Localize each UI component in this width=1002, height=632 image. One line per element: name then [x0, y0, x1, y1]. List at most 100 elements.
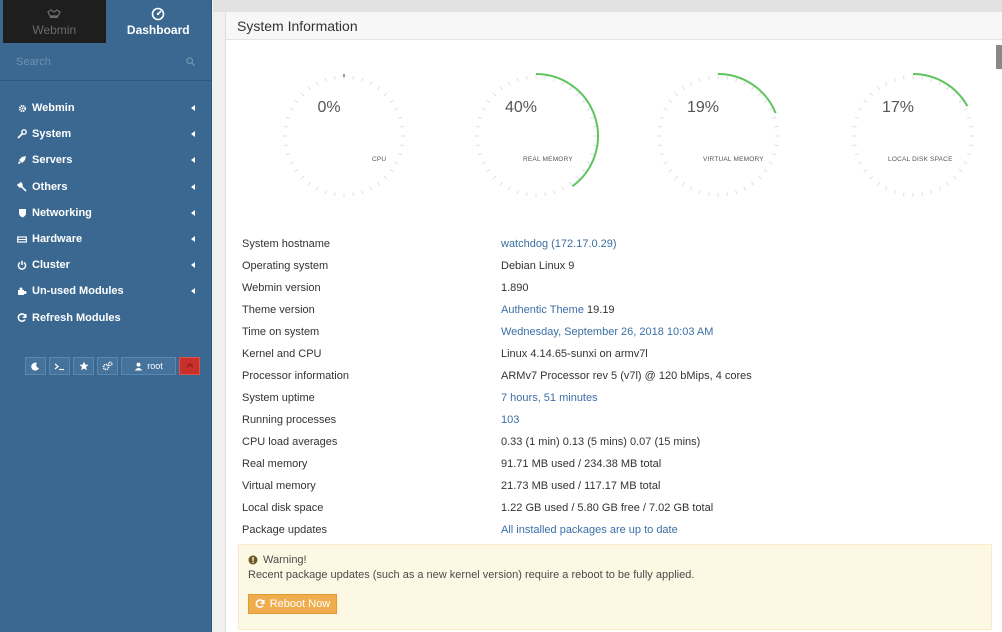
gauge-tick: [561, 81, 565, 86]
user-button[interactable]: root: [121, 357, 176, 375]
system-information-panel: System Information 0% CPU 40% REAL MEMORY …: [225, 12, 1002, 632]
gauge-dial: [852, 73, 974, 197]
sidebar-item-servers[interactable]: Servers: [0, 147, 211, 173]
search-icon[interactable]: [186, 57, 195, 66]
gauge-tick: [398, 153, 403, 156]
info-value-link[interactable]: Authentic Theme: [501, 304, 584, 316]
gauge-tick: [400, 126, 405, 128]
gauge-tick: [735, 77, 738, 82]
gauge-tick: [361, 190, 364, 195]
info-key: Running processes: [242, 414, 337, 426]
info-value[interactable]: Authentic Theme 19.19: [501, 304, 615, 316]
info-value: 91.71 MB used / 234.38 MB total: [501, 458, 661, 470]
user-icon: [135, 362, 143, 370]
info-value: Debian Linux 9: [501, 260, 574, 272]
sidebar-item-hardware[interactable]: Hardware: [0, 226, 211, 252]
info-value: Linux 4.14.65-sunxi on armv7l: [501, 348, 648, 360]
sidebar-item-webmin[interactable]: Webmin: [0, 95, 211, 121]
sidebar-item-label: Servers: [32, 154, 73, 167]
gauge-tick: [481, 161, 486, 165]
table-row: Kernel and CPU Linux 4.14.65-sunxi on arm…: [242, 343, 982, 365]
settings-button[interactable]: [97, 357, 118, 375]
info-value-link[interactable]: 7 hours, 51 minutes: [501, 392, 598, 404]
gauge-tick: [758, 92, 762, 96]
user-label: root: [147, 361, 163, 371]
gauge-tick: [689, 81, 693, 86]
gauge-tick: [751, 86, 755, 91]
gauge-tick: [726, 192, 728, 197]
night-mode-button[interactable]: [25, 357, 46, 375]
gauge-tick: [930, 190, 933, 195]
favorites-button[interactable]: [73, 357, 94, 375]
gauge-tick: [938, 186, 942, 191]
gauge-tick: [300, 176, 304, 180]
caret-left-icon: [191, 183, 195, 190]
gauge-tick: [581, 169, 586, 173]
sidebar-item-system[interactable]: System: [0, 121, 211, 147]
gauge-tick: [389, 99, 394, 103]
info-value[interactable]: All installed packages are up to date: [501, 524, 678, 536]
gauge-tick: [681, 86, 685, 91]
sidebar-item-networking[interactable]: Networking: [0, 200, 211, 226]
info-value-text: Linux 4.14.65-sunxi on armv7l: [501, 348, 648, 360]
gauge-tick: [576, 176, 580, 180]
gauge-tick: [569, 181, 573, 186]
table-row: Local disk space 1.22 GB used / 5.80 GB f…: [242, 497, 982, 519]
gauge-tick: [398, 116, 403, 119]
sidebar-item-others[interactable]: Others: [0, 174, 211, 200]
tab-dashboard-label: Dashboard: [126, 22, 190, 37]
gauge-tick: [586, 107, 591, 111]
gauge-tick: [763, 169, 768, 173]
terminal-button[interactable]: [49, 357, 70, 375]
info-value-link[interactable]: Wednesday, September 26, 2018 10:03 AM: [501, 326, 713, 338]
info-value-text: 21.73 MB used / 117.17 MB total: [501, 480, 661, 492]
gauge-tick: [324, 77, 327, 82]
info-value-text: 1.890: [501, 282, 529, 294]
reboot-now-button[interactable]: Reboot Now: [248, 594, 337, 614]
gauge-tick: [921, 75, 923, 80]
info-value-link[interactable]: 103: [501, 414, 519, 426]
gauge-tick: [668, 169, 673, 173]
gauge-tick: [294, 169, 299, 173]
tab-dashboard[interactable]: Dashboard: [106, 0, 212, 43]
info-value-link[interactable]: watchdog (172.17.0.29): [501, 238, 617, 250]
gauge-tick: [893, 190, 896, 195]
gauge-tick: [499, 86, 503, 91]
info-value[interactable]: 7 hours, 51 minutes: [501, 392, 598, 404]
dashboard-icon: [151, 7, 165, 20]
sidebar-item-cluster[interactable]: Cluster: [0, 252, 211, 278]
sidebar-item-label: Hardware: [32, 233, 83, 246]
info-value: 1.22 GB used / 5.80 GB free / 7.02 GB to…: [501, 502, 713, 514]
gauge-tick: [884, 81, 888, 86]
info-value-text: 19.19: [583, 304, 615, 316]
gauge-tick: [283, 126, 288, 128]
reboot-now-label: Reboot Now: [269, 598, 331, 610]
gauge-tick: [492, 176, 496, 180]
table-row: Virtual memory 21.73 MB used / 117.17 MB …: [242, 475, 982, 497]
gauge-tick: [958, 99, 963, 103]
info-value[interactable]: 103: [501, 414, 519, 426]
gauge-tick: [768, 107, 773, 111]
gauge-tick: [852, 126, 857, 128]
logout-button[interactable]: [179, 357, 200, 375]
sidebar-item-refresh-modules[interactable]: Refresh Modules: [0, 305, 211, 331]
info-value[interactable]: Wednesday, September 26, 2018 10:03 AM: [501, 326, 713, 338]
info-value[interactable]: watchdog (172.17.0.29): [501, 238, 617, 250]
gauge-tick: [369, 81, 373, 86]
search-input[interactable]: [0, 43, 211, 81]
top-bar: [213, 0, 1002, 12]
caret-left-icon: [191, 105, 195, 111]
system-info-table: System hostname watchdog (172.17.0.29) Ope…: [242, 233, 982, 541]
gauge-label: VIRTUAL MEMORY: [703, 156, 764, 163]
table-row: CPU load averages 0.33 (1 min) 0.13 (5 mi…: [242, 431, 982, 453]
gauge-tick: [285, 153, 290, 156]
sidebar-item-unused-modules[interactable]: Un-used Modules: [0, 278, 211, 304]
gauge-virtual-memory: 19% VIRTUAL MEMORY: [648, 72, 788, 212]
gauge-tick: [384, 176, 388, 180]
info-value-link[interactable]: All installed packages are up to date: [501, 524, 678, 536]
gauge-tick: [884, 186, 888, 191]
gauge-tick: [854, 116, 859, 119]
tab-webmin[interactable]: Webmin: [0, 0, 106, 43]
gauge-tick: [772, 153, 777, 156]
gauge-label: CPU: [372, 156, 387, 163]
